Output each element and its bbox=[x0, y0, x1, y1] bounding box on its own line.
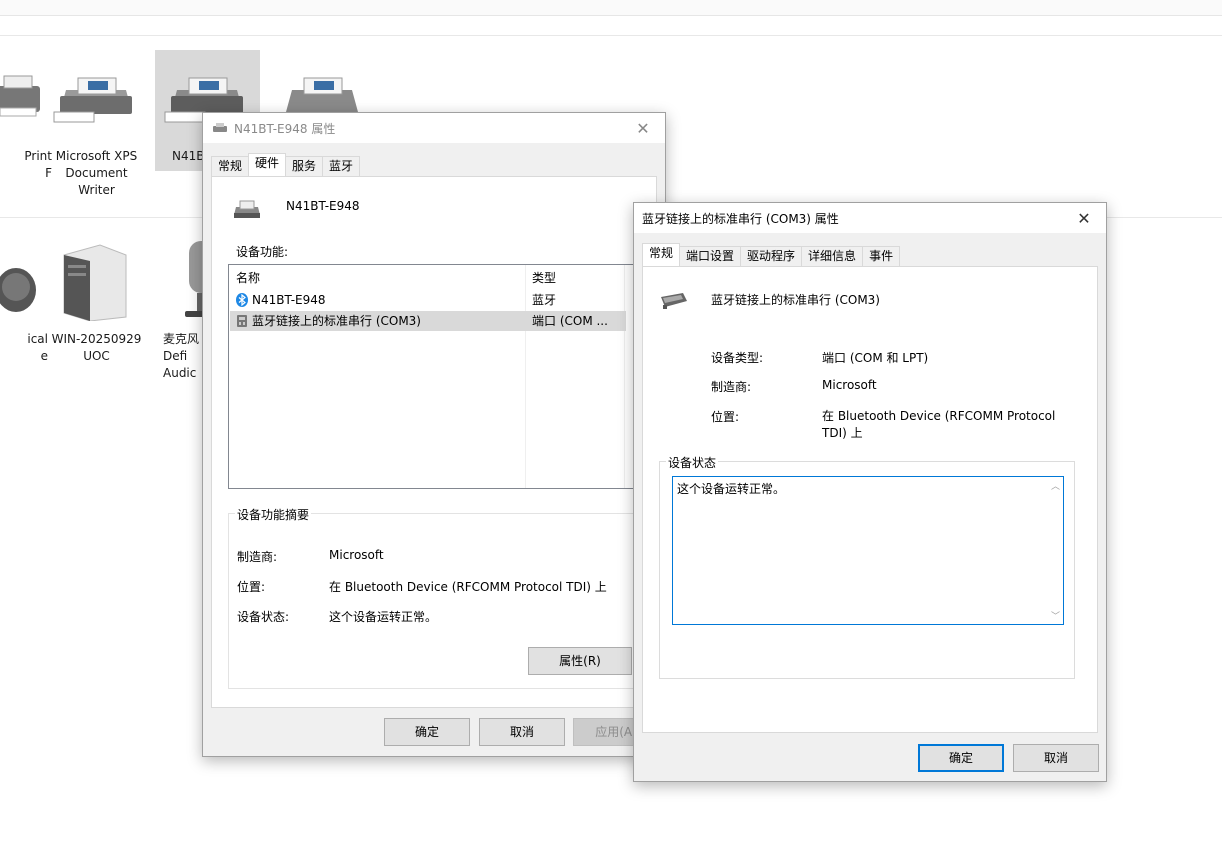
scroll-up-icon[interactable]: ︿ bbox=[1051, 479, 1060, 492]
device-label: 麦克风 Defi Audic bbox=[163, 332, 200, 380]
list-item[interactable]: N41BT-E948 蓝牙 bbox=[230, 290, 626, 310]
summary-group: 设备功能摘要 制造商: Microsoft 位置: 在 Bluetooth De… bbox=[228, 506, 648, 689]
list-item[interactable]: 蓝牙链接上的标准串行 (COM3) 端口 (COM ... bbox=[230, 311, 626, 331]
tab-strip: 常规 端口设置 驱动程序 详细信息 事件 bbox=[642, 243, 901, 266]
window-title: N41BT-E948 属性 bbox=[234, 121, 336, 136]
cancel-button[interactable]: 取消 bbox=[479, 718, 565, 746]
device-tile-computer[interactable]: WIN-20250929 UOC bbox=[44, 235, 149, 385]
mouse-icon bbox=[0, 268, 36, 312]
properties-button[interactable]: 属性(R) bbox=[528, 647, 632, 675]
tab-events[interactable]: 事件 bbox=[862, 246, 901, 266]
tab-general[interactable]: 常规 bbox=[642, 243, 681, 266]
title-bar: N41BT-E948 属性 ✕ bbox=[203, 113, 665, 143]
computer-tower-icon bbox=[63, 244, 127, 321]
device-label: ical e bbox=[27, 332, 48, 363]
printer-icon bbox=[0, 75, 40, 117]
device-name: 蓝牙链接上的标准串行 (COM3) bbox=[711, 293, 880, 307]
list-item-type: 端口 (COM ... bbox=[532, 314, 608, 328]
summary-value-status: 这个设备运转正常。 bbox=[329, 610, 438, 624]
label-location: 位置: bbox=[711, 410, 740, 424]
device-status-group: 设备状态 这个设备运转正常。 ︿ ﹀ bbox=[659, 454, 1075, 679]
tab-bluetooth[interactable]: 蓝牙 bbox=[322, 156, 361, 176]
device-functions-list[interactable]: 名称 类型 N41BT-E948 蓝牙 蓝牙链接上的标准串行 (COM3) 端口… bbox=[228, 264, 648, 489]
close-button[interactable]: ✕ bbox=[1062, 203, 1106, 233]
column-header-type[interactable]: 类型 bbox=[532, 269, 556, 286]
title-bar: 蓝牙链接上的标准串行 (COM3) 属性 ✕ bbox=[634, 203, 1106, 233]
device-status-text: 这个设备运转正常。 bbox=[677, 482, 786, 496]
cancel-button[interactable]: 取消 bbox=[1013, 744, 1099, 772]
tab-panel-general: 蓝牙链接上的标准串行 (COM3) 设备类型: 端口 (COM 和 LPT) 制… bbox=[642, 266, 1098, 733]
device-label: Microsoft XPS Document Writer bbox=[55, 149, 138, 197]
value-manufacturer: Microsoft bbox=[822, 378, 877, 392]
tab-general[interactable]: 常规 bbox=[211, 156, 250, 176]
tab-details[interactable]: 详细信息 bbox=[801, 246, 864, 266]
list-item-type: 蓝牙 bbox=[532, 293, 557, 307]
tab-panel-hardware: N41BT-E948 设备功能: 名称 类型 N41BT-E948 蓝牙 蓝牙链… bbox=[211, 176, 657, 708]
summary-value-location: 在 Bluetooth Device (RFCOMM Protocol TDI)… bbox=[329, 580, 607, 594]
explorer-top-strip bbox=[0, 0, 1222, 16]
ok-button[interactable]: 确定 bbox=[384, 718, 470, 746]
tab-driver[interactable]: 驱动程序 bbox=[740, 246, 803, 266]
device-label: WIN-20250929 UOC bbox=[51, 332, 142, 363]
value-location: 在 Bluetooth Device (RFCOMM Protocol TDI)… bbox=[822, 409, 1056, 440]
vertical-scrollbar[interactable]: ︿ ﹀ bbox=[1049, 477, 1063, 624]
tab-hardware[interactable]: 硬件 bbox=[248, 153, 287, 176]
list-item-name: 蓝牙链接上的标准串行 (COM3) bbox=[252, 314, 421, 328]
printer-icon bbox=[234, 200, 260, 218]
device-status-title: 设备状态 bbox=[666, 454, 719, 471]
device-status-textbox[interactable]: 这个设备运转正常。 ︿ ﹀ bbox=[672, 476, 1064, 625]
summary-title: 设备功能摘要 bbox=[235, 506, 312, 523]
functions-label: 设备功能: bbox=[236, 245, 289, 259]
summary-value-manufacturer: Microsoft bbox=[329, 548, 384, 562]
label-device-type: 设备类型: bbox=[711, 351, 764, 365]
device-tile-printer[interactable] bbox=[270, 50, 375, 120]
bluetooth-icon bbox=[236, 293, 248, 307]
device-tile-xps-writer[interactable]: Microsoft XPS Document Writer bbox=[44, 50, 149, 200]
close-button[interactable]: ✕ bbox=[621, 113, 665, 143]
column-header-name[interactable]: 名称 bbox=[236, 269, 260, 286]
serial-port-icon bbox=[661, 293, 687, 309]
list-item-name: N41BT-E948 bbox=[252, 293, 326, 307]
value-device-type: 端口 (COM 和 LPT) bbox=[822, 351, 929, 365]
com-port-properties-window: 蓝牙链接上的标准串行 (COM3) 属性 ✕ 常规 端口设置 驱动程序 详细信息… bbox=[633, 202, 1107, 782]
summary-label-manufacturer: 制造商: bbox=[237, 550, 278, 564]
summary-label-location: 位置: bbox=[237, 580, 266, 594]
label-manufacturer: 制造商: bbox=[711, 380, 752, 394]
ok-button[interactable]: 确定 bbox=[918, 744, 1004, 772]
printer-properties-window: N41BT-E948 属性 ✕ 常规 硬件 服务 蓝牙 N41BT-E948 设… bbox=[202, 112, 666, 757]
tab-services[interactable]: 服务 bbox=[285, 156, 324, 176]
window-title: 蓝牙链接上的标准串行 (COM3) 属性 bbox=[642, 211, 839, 226]
printer-icon bbox=[53, 77, 132, 123]
explorer-divider bbox=[0, 35, 1222, 36]
tab-port-settings[interactable]: 端口设置 bbox=[679, 246, 742, 266]
device-label: N41B bbox=[172, 149, 205, 163]
tab-strip: 常规 硬件 服务 蓝牙 bbox=[211, 153, 361, 176]
printer-icon bbox=[213, 123, 227, 132]
serial-port-icon bbox=[237, 315, 247, 327]
scroll-down-icon[interactable]: ﹀ bbox=[1051, 609, 1060, 622]
device-name: N41BT-E948 bbox=[286, 199, 360, 213]
summary-label-status: 设备状态: bbox=[237, 610, 290, 624]
